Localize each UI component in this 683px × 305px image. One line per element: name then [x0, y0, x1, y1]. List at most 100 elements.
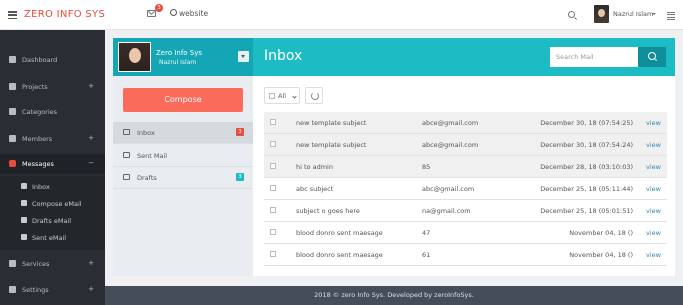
- sidebar-item-settings[interactable]: Settings +: [0, 280, 105, 300]
- website-link[interactable]: website: [179, 9, 208, 18]
- mail-folders-panel: Compose Inbox 3 Sent Mail Drafts 3: [113, 76, 253, 276]
- row-checkbox[interactable]: [270, 185, 276, 191]
- sidebar-item-label: Messages: [22, 160, 54, 168]
- chevron-down-icon: [292, 94, 297, 99]
- select-all-label: All: [278, 92, 287, 100]
- row-checkbox[interactable]: [270, 251, 276, 257]
- table-row[interactable]: subject o goes here na@gmail.com Decembe…: [264, 200, 667, 222]
- globe-icon: [170, 9, 177, 16]
- chevron-down-icon[interactable]: [652, 13, 656, 15]
- mail-from: abc@gmail.com: [422, 185, 475, 193]
- mail-subject[interactable]: new template subject: [296, 141, 366, 149]
- footer: 2018 © zero Info Sys. Developed by zeroI…: [105, 286, 683, 305]
- expand-icon: +: [88, 285, 94, 293]
- sidebar: Dashboard Projects + Categories Members …: [0, 30, 105, 305]
- sidebar-item-services[interactable]: Services +: [0, 254, 105, 274]
- submenu-item-compose[interactable]: Compose eMail: [0, 195, 105, 212]
- folder-label: Inbox: [137, 129, 155, 137]
- table-row[interactable]: hi to admin 85 December 28, 18 (03:10:03…: [264, 156, 667, 178]
- view-link[interactable]: view: [646, 163, 661, 171]
- search-button[interactable]: [638, 47, 666, 67]
- mail-date: November 04, 18 (): [569, 251, 633, 259]
- submenu-item-sent[interactable]: Sent eMail: [0, 229, 105, 246]
- mail-subject[interactable]: abc subject: [296, 185, 333, 193]
- exchange-icon: [9, 260, 16, 267]
- profile-name: Zero Info Sys: [156, 49, 203, 57]
- mail-date: November 04, 18 (): [569, 229, 633, 237]
- profile-dropdown-button[interactable]: [238, 51, 249, 62]
- sidebar-item-messages[interactable]: Messages −: [0, 154, 105, 174]
- mail-from: abce@gmail.com: [422, 119, 479, 127]
- view-link[interactable]: view: [646, 251, 661, 259]
- dashboard-icon: [9, 56, 16, 63]
- expand-icon: +: [88, 259, 94, 267]
- view-link[interactable]: view: [646, 185, 661, 193]
- row-checkbox[interactable]: [270, 119, 276, 125]
- mail-from: 85: [422, 163, 431, 171]
- folder-inbox[interactable]: Inbox 3: [113, 122, 253, 144]
- table-row[interactable]: blood donro sent maesage 61 November 04,…: [264, 244, 667, 266]
- mail-subject[interactable]: new template subject: [296, 119, 366, 127]
- submenu-item-inbox[interactable]: Inbox: [0, 178, 105, 195]
- table-row[interactable]: blood donro sent maesage 47 November 04,…: [264, 222, 667, 244]
- folder-sent[interactable]: Sent Mail: [113, 145, 253, 167]
- row-checkbox[interactable]: [270, 229, 276, 235]
- mail-date: December 25, 18 (05:11:44): [540, 185, 633, 193]
- mail-from: abce@gmail.com: [422, 141, 479, 149]
- select-all-dropdown[interactable]: All: [264, 87, 300, 104]
- folder-label: Drafts: [137, 174, 157, 182]
- submenu-item-drafts[interactable]: Drafts eMail: [0, 212, 105, 229]
- table-row[interactable]: new template subject abce@gmail.com Dece…: [264, 134, 667, 156]
- profile-subtitle: Nazrul Islam: [159, 59, 197, 66]
- brand-logo[interactable]: ZERO INFO SYS: [24, 9, 105, 20]
- select-all-checkbox[interactable]: [269, 93, 275, 99]
- mail-list-area: All new template subject abce@gmail.com …: [253, 76, 675, 276]
- inbox-icon: [123, 129, 130, 135]
- sidebar-item-dashboard[interactable]: Dashboard: [0, 50, 105, 70]
- view-link[interactable]: view: [646, 119, 661, 127]
- mail-subject[interactable]: blood donro sent maesage: [296, 251, 383, 259]
- sidebar-item-projects[interactable]: Projects +: [0, 77, 105, 97]
- folder-drafts[interactable]: Drafts 3: [113, 167, 253, 189]
- mail-date: December 30, 18 (07:54:25): [540, 119, 633, 127]
- gear-icon: [9, 286, 16, 293]
- mail-from: 61: [422, 251, 431, 259]
- view-link[interactable]: view: [646, 207, 661, 215]
- mail-subject[interactable]: subject o goes here: [296, 207, 360, 215]
- submenu-item-label: Compose eMail: [32, 200, 82, 208]
- drafts-icon: [123, 174, 130, 180]
- mail-date: December 30, 18 (07:54:24): [540, 141, 633, 149]
- submenu-item-label: Sent eMail: [32, 234, 67, 242]
- refresh-button[interactable]: [305, 87, 323, 104]
- inbox-header: Inbox: [253, 38, 675, 76]
- row-checkbox[interactable]: [270, 163, 276, 169]
- mail-count-badge: 3: [155, 4, 163, 12]
- mail-date: December 28, 18 (03:10:03): [540, 163, 633, 171]
- search-mail-input[interactable]: [550, 47, 638, 67]
- mail-subject[interactable]: blood donro sent maesage: [296, 229, 383, 237]
- compose-button[interactable]: Compose: [123, 88, 243, 112]
- row-checkbox[interactable]: [270, 141, 276, 147]
- sidebar-item-categories[interactable]: Categories: [0, 102, 105, 122]
- view-link[interactable]: view: [646, 229, 661, 237]
- submenu-item-label: Inbox: [32, 183, 50, 191]
- user-menu[interactable]: Nazrul Islam: [613, 10, 653, 18]
- mail-subject[interactable]: hi to admin: [296, 163, 333, 171]
- sidebar-item-members[interactable]: Members +: [0, 129, 105, 149]
- page-title: Inbox: [264, 48, 303, 64]
- view-link[interactable]: view: [646, 141, 661, 149]
- envelope-icon: [123, 152, 130, 158]
- search-icon[interactable]: [568, 11, 575, 18]
- expand-icon: +: [88, 134, 94, 142]
- options-icon[interactable]: [667, 12, 675, 22]
- menu-toggle-icon[interactable]: [8, 11, 17, 20]
- table-row[interactable]: abc subject abc@gmail.com December 25, 1…: [264, 178, 667, 200]
- inbox-icon: [21, 183, 27, 189]
- avatar[interactable]: [594, 5, 609, 23]
- table-row[interactable]: new template subject abce@gmail.com Dece…: [264, 112, 667, 134]
- mail-from: na@gmail.com: [422, 207, 471, 215]
- submenu-item-label: Drafts eMail: [32, 217, 72, 225]
- sidebar-item-label: Dashboard: [22, 56, 58, 64]
- mail-icon[interactable]: [147, 10, 156, 17]
- row-checkbox[interactable]: [270, 207, 276, 213]
